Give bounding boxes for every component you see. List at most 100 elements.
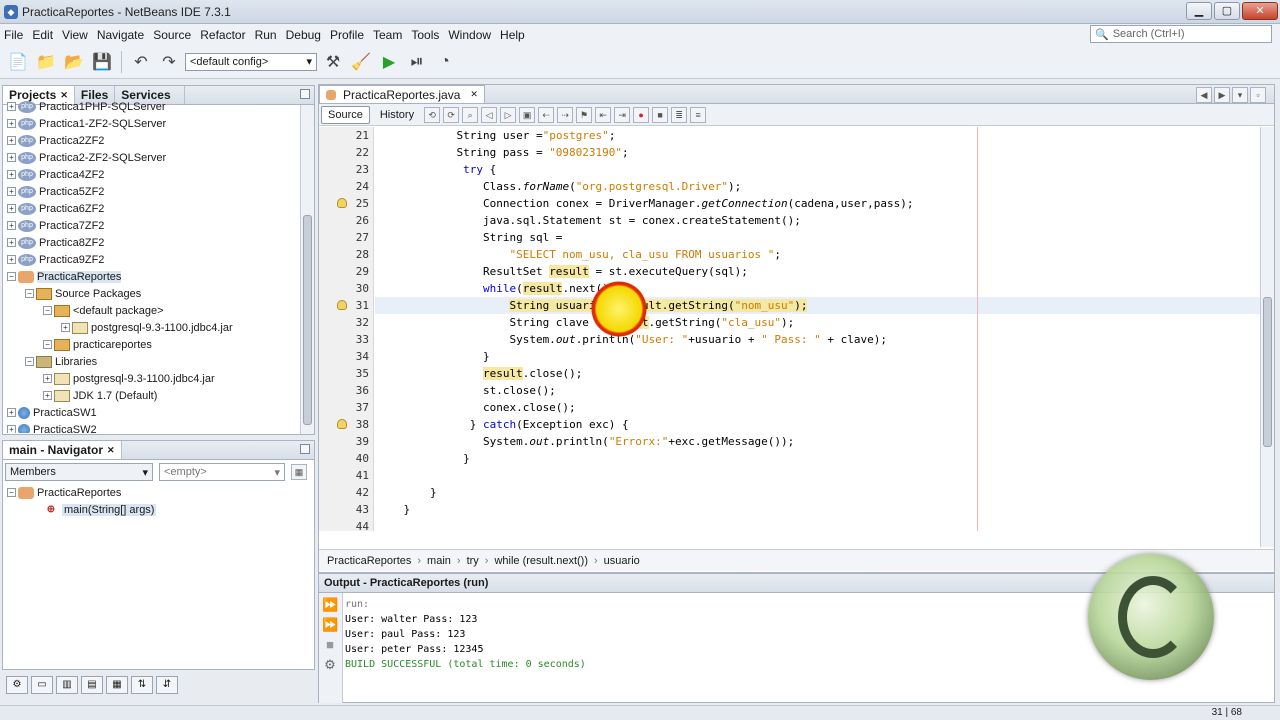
find-previous-icon[interactable]: ◁ bbox=[481, 106, 498, 123]
menu-source[interactable]: Source bbox=[149, 28, 196, 42]
tree-item[interactable]: − Libraries bbox=[7, 353, 297, 370]
maximize-editor-icon[interactable]: ▫ bbox=[1250, 87, 1266, 103]
code-line[interactable]: String usuario = result.getString("nom_u… bbox=[375, 297, 1260, 314]
expand-toggle-icon[interactable]: + bbox=[7, 170, 16, 179]
sort-icon[interactable]: ⇅ bbox=[131, 676, 153, 694]
forward-icon[interactable]: ⟳ bbox=[443, 106, 460, 123]
tab-practicareportes-java[interactable]: PracticaReportes.java ✕ bbox=[319, 85, 485, 103]
clean-build-icon[interactable]: 🧹 bbox=[349, 50, 373, 74]
menu-edit[interactable]: Edit bbox=[28, 28, 58, 42]
run-icon[interactable]: ▶ bbox=[377, 50, 401, 74]
build-hammer-icon[interactable]: ⚒ bbox=[321, 50, 345, 74]
maximize-button[interactable]: ▢ bbox=[1214, 2, 1240, 20]
menu-view[interactable]: View bbox=[58, 28, 93, 42]
scroll-right-icon[interactable]: ▶ bbox=[1214, 87, 1230, 103]
tree-item[interactable]: + JDK 1.7 (Default) bbox=[7, 387, 297, 404]
code-line[interactable]: st.close(); bbox=[375, 382, 1260, 399]
expand-toggle-icon[interactable]: − bbox=[25, 357, 34, 366]
menu-help[interactable]: Help bbox=[496, 28, 530, 42]
uncomment-icon[interactable]: ≡ bbox=[690, 106, 707, 123]
menu-file[interactable]: File bbox=[0, 28, 28, 42]
navigator-method-row[interactable]: ⊕ main(String[] args) bbox=[3, 501, 314, 518]
filter-icon[interactable]: ⇵ bbox=[156, 676, 178, 694]
scrollbar-thumb[interactable] bbox=[1263, 297, 1272, 447]
code-line[interactable]: System.out.println("User: "+usuario + " … bbox=[375, 331, 1260, 348]
expand-toggle-icon[interactable]: + bbox=[7, 238, 16, 247]
tree-item[interactable]: + php Practica5ZF2 bbox=[7, 183, 297, 200]
shift-right-icon[interactable]: ⇥ bbox=[614, 106, 631, 123]
menu-debug[interactable]: Debug bbox=[282, 28, 326, 42]
scrollbar-thumb[interactable] bbox=[303, 215, 312, 425]
tree-item[interactable]: − <default package> bbox=[7, 302, 297, 319]
find-icon[interactable]: ⌕ bbox=[462, 106, 479, 123]
code-line[interactable] bbox=[375, 467, 1260, 484]
code-line[interactable]: java.sql.Statement st = conex.createStat… bbox=[375, 212, 1260, 229]
tree-item[interactable]: − PracticaReportes bbox=[7, 268, 297, 285]
search-input[interactable]: 🔍 Search (Ctrl+I) bbox=[1090, 25, 1272, 43]
undo-icon[interactable]: ↶ bbox=[129, 50, 153, 74]
expand-toggle-icon[interactable]: + bbox=[7, 204, 16, 213]
expand-toggle-icon[interactable]: + bbox=[7, 255, 16, 264]
tree-item[interactable]: + php Practica1PHP-SQLServer bbox=[7, 98, 297, 115]
expand-toggle-icon[interactable]: + bbox=[7, 119, 16, 128]
tree-item[interactable]: + php Practica2-ZF2-SQLServer bbox=[7, 149, 297, 166]
find-next-icon[interactable]: ▷ bbox=[500, 106, 517, 123]
code-line[interactable]: String user ="postgres"; bbox=[375, 127, 1260, 144]
tree-item[interactable]: + php Practica2ZF2 bbox=[7, 132, 297, 149]
expand-toggle-icon[interactable]: − bbox=[25, 289, 34, 298]
expand-toggle-icon[interactable]: − bbox=[43, 340, 52, 349]
toggle-highlight-icon[interactable]: ▣ bbox=[519, 106, 536, 123]
layout-3-icon[interactable]: ▤ bbox=[81, 676, 103, 694]
menu-team[interactable]: Team bbox=[369, 28, 407, 42]
empty-dropdown[interactable]: <empty> ▾ bbox=[159, 463, 285, 481]
expand-toggle-icon[interactable]: + bbox=[61, 323, 70, 332]
source-view-button[interactable]: Source bbox=[321, 105, 370, 124]
tree-item[interactable]: + PracticaSW2 bbox=[7, 421, 297, 433]
tree-item[interactable]: + php Practica9ZF2 bbox=[7, 251, 297, 268]
scroll-left-icon[interactable]: ◀ bbox=[1196, 87, 1212, 103]
save-all-icon[interactable]: 💾 bbox=[90, 50, 114, 74]
menu-profile[interactable]: Profile bbox=[326, 28, 369, 42]
expand-toggle-icon[interactable]: + bbox=[43, 374, 52, 383]
expand-toggle-icon[interactable]: + bbox=[7, 136, 16, 145]
close-icon[interactable]: ✕ bbox=[107, 445, 115, 456]
expand-toggle-icon[interactable]: − bbox=[43, 306, 52, 315]
code-line[interactable]: } catch(Exception exc) { bbox=[375, 416, 1260, 433]
navigator-class-row[interactable]: − PracticaReportes bbox=[3, 484, 314, 501]
tools-icon[interactable]: ⚙ bbox=[6, 676, 28, 694]
minimize-panel-button[interactable] bbox=[300, 89, 310, 99]
tree-item[interactable]: + php Practica8ZF2 bbox=[7, 234, 297, 251]
comment-icon[interactable]: ≣ bbox=[671, 106, 688, 123]
open-project-icon[interactable]: 📂 bbox=[62, 50, 86, 74]
close-icon[interactable]: ✕ bbox=[470, 89, 478, 100]
tree-item[interactable]: + postgresql-9.3-1100.jdbc4.jar bbox=[7, 370, 297, 387]
rerun-icon[interactable]: ⏩ bbox=[322, 597, 338, 613]
code-line[interactable]: String pass = "098023190"; bbox=[375, 144, 1260, 161]
code-line[interactable]: "SELECT nom_usu, cla_usu FROM usuarios "… bbox=[375, 246, 1260, 263]
breadcrumb-item[interactable]: try bbox=[467, 555, 479, 567]
menu-tools[interactable]: Tools bbox=[407, 28, 444, 42]
stop-icon[interactable]: ■ bbox=[322, 637, 338, 653]
new-project-icon[interactable]: 📁 bbox=[34, 50, 58, 74]
debug-icon[interactable]: ⏯ bbox=[405, 50, 429, 74]
tree-item[interactable]: + php Practica4ZF2 bbox=[7, 166, 297, 183]
collapse-toggle-icon[interactable]: − bbox=[7, 488, 16, 497]
code-line[interactable]: conex.close(); bbox=[375, 399, 1260, 416]
redo-icon[interactable]: ↷ bbox=[157, 50, 181, 74]
tree-item[interactable]: + postgresql-9.3-1100.jdbc4.jar bbox=[7, 319, 297, 336]
tree-item[interactable]: − practicareportes bbox=[7, 336, 297, 353]
code-line[interactable]: System.out.println("Errorx:"+exc.getMess… bbox=[375, 433, 1260, 450]
expand-toggle-icon[interactable]: + bbox=[7, 187, 16, 196]
rerun-with-params-icon[interactable]: ⏩ bbox=[322, 617, 338, 633]
tree-item[interactable]: + PracticaSW1 bbox=[7, 404, 297, 421]
editor-scrollbar[interactable] bbox=[1260, 127, 1274, 547]
expand-toggle-icon[interactable]: + bbox=[43, 391, 52, 400]
projects-scrollbar[interactable] bbox=[300, 105, 314, 434]
layout-1-icon[interactable]: ▭ bbox=[31, 676, 53, 694]
code-line[interactable]: String clave = result.getString("cla_usu… bbox=[375, 314, 1260, 331]
navigator-options-icon[interactable]: ▦ bbox=[291, 464, 307, 480]
code-line[interactable]: } bbox=[375, 450, 1260, 467]
code-line[interactable]: } bbox=[375, 484, 1260, 501]
hint-bulb-icon[interactable] bbox=[337, 419, 347, 429]
code-line[interactable]: Class.forName("org.postgresql.Driver"); bbox=[375, 178, 1260, 195]
